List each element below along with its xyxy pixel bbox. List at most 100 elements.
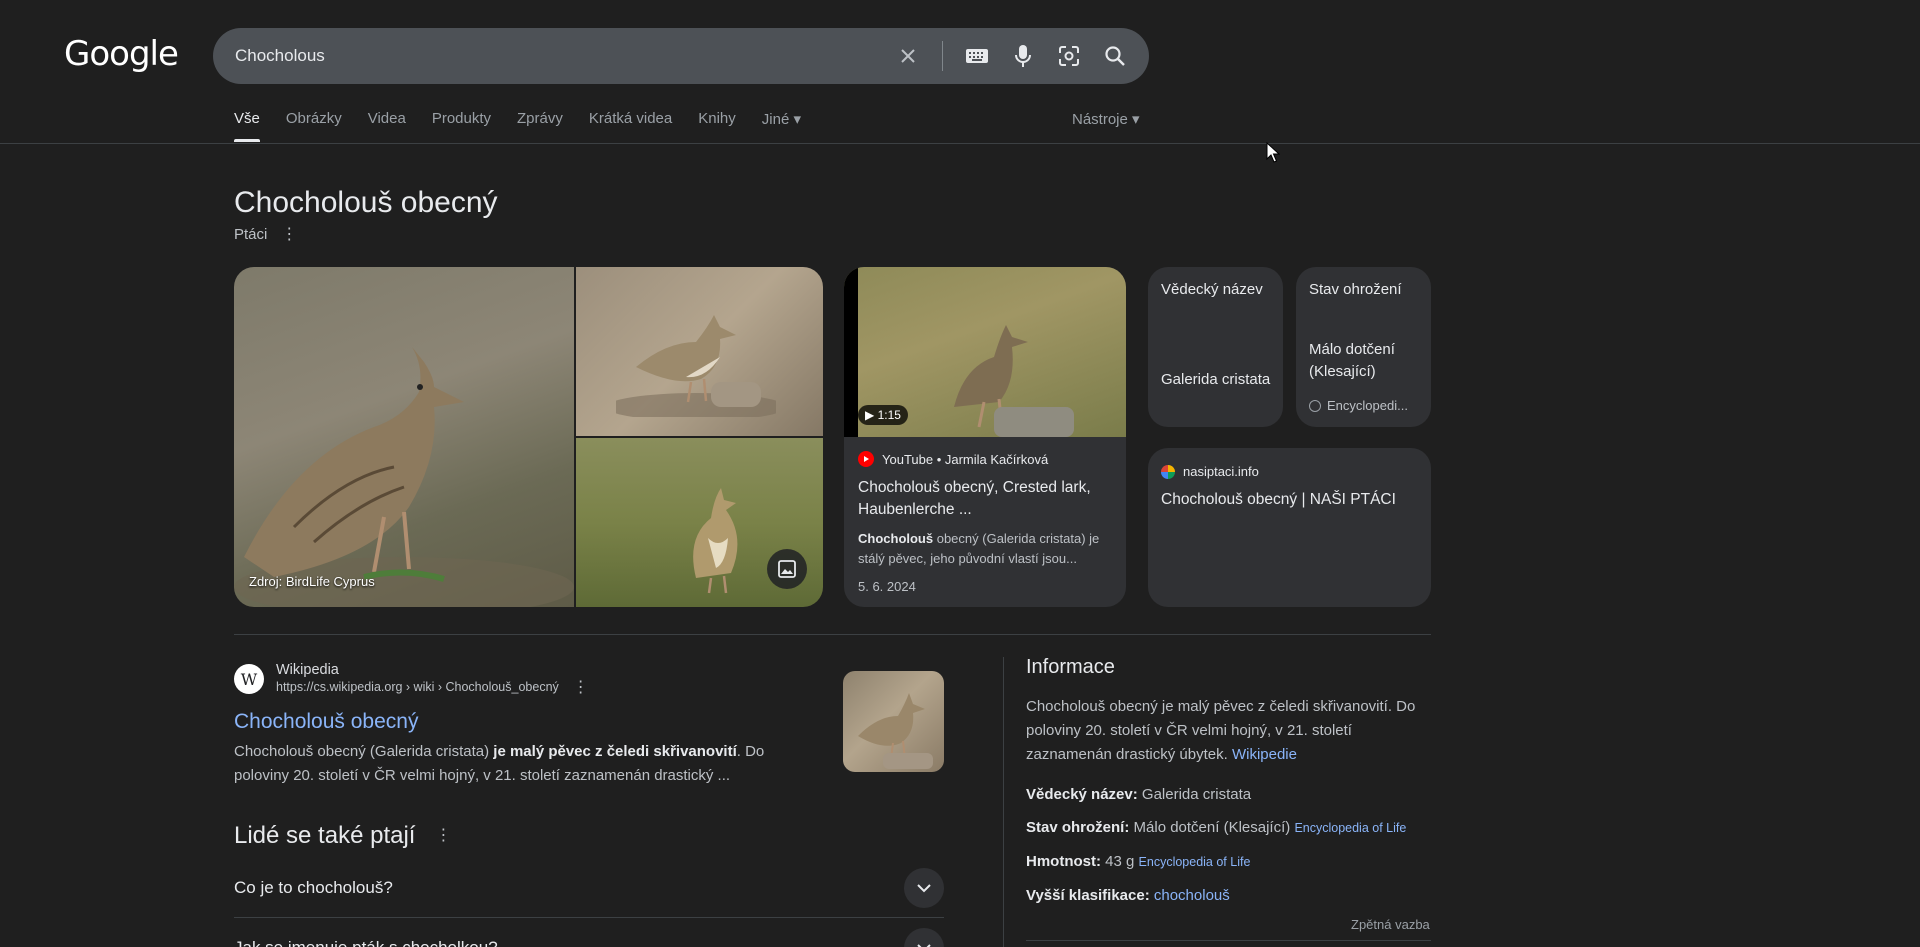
wikipedia-link[interactable]: Wikipedie	[1232, 746, 1297, 763]
entity-subtitle: Ptáci ⋮	[234, 226, 297, 243]
main-bird-image[interactable]: Zdroj: BirdLife Cyprus	[234, 267, 574, 607]
mouse-cursor-icon	[1266, 142, 1280, 163]
more-options-icon[interactable]: ⋮	[281, 226, 297, 243]
image-source: Zdroj: BirdLife Cyprus	[249, 574, 375, 589]
fact-source: Encyclopedi...	[1309, 398, 1408, 413]
video-card[interactable]: ▶ 1:15 YouTube • Jarmila Kačírková Choch…	[844, 267, 1126, 607]
fact-value: Málo dotčení (Klesající)	[1309, 341, 1395, 380]
info-value: Málo dotčení (Klesající)	[1129, 819, 1295, 836]
site-favicon-icon	[1161, 464, 1175, 479]
info-row-classification: Vyšší klasifikace: chocholouš	[1026, 884, 1431, 907]
feedback-link[interactable]: Zpětná vazba	[1351, 917, 1430, 932]
paa-divider	[234, 917, 944, 918]
crested-lark-picture	[234, 347, 574, 607]
info-bottom-divider	[1026, 940, 1431, 941]
fact-source-label: Encyclopedi...	[1327, 398, 1408, 413]
people-also-ask-heading: Lidé se také ptají ⋮	[234, 822, 451, 850]
bird-image-3[interactable]	[576, 438, 823, 607]
section-divider	[234, 634, 1431, 635]
info-label: Vědecký název:	[1026, 786, 1138, 803]
wikipedia-icon: W	[234, 664, 264, 694]
search-tabs: Vše Obrázky Videa Produkty Zprávy Krátká…	[234, 110, 801, 142]
video-description: Chocholouš obecný (Galerida cristata) je…	[858, 529, 1112, 569]
info-label: Stav ohrožení:	[1026, 819, 1130, 836]
lark-thumbnail-picture	[858, 693, 933, 769]
fact-label: Vědecký název	[1161, 281, 1263, 298]
header-divider	[0, 143, 1920, 144]
site-title[interactable]: Chocholouš obecný | NAŠI PTÁCI	[1161, 491, 1418, 509]
fact-value: Galerida cristata	[1161, 371, 1271, 388]
fact-card-scientific-name[interactable]: Vědecký název Galerida cristata	[1148, 267, 1283, 427]
eol-link[interactable]: Encyclopedia of Life	[1139, 855, 1251, 869]
result-url[interactable]: https://cs.wikipedia.org › wiki › Chocho…	[276, 680, 559, 696]
lark-picture-3	[693, 488, 738, 594]
info-desc-text: Chocholouš obecný je malý pěvec z čeledi…	[1026, 698, 1416, 763]
tab-videos[interactable]: Videa	[368, 110, 406, 142]
video-thumbnail[interactable]: ▶ 1:15	[844, 267, 1126, 437]
eol-link[interactable]: Encyclopedia of Life	[1294, 821, 1406, 835]
chevron-down-icon[interactable]	[904, 868, 944, 908]
info-row-mass: Hmotnost: 43 g Encyclopedia of Life	[1026, 850, 1431, 874]
video-title[interactable]: Chocholouš obecný, Crested lark, Haubenl…	[858, 477, 1112, 521]
paa-question-text: Co je to chocholouš?	[234, 878, 393, 897]
chevron-down-icon[interactable]	[904, 928, 944, 947]
info-value: 43 g	[1101, 853, 1139, 870]
tools-button[interactable]: Nástroje ▾	[1072, 110, 1140, 128]
youtube-icon	[858, 451, 874, 467]
result-snippet: Chocholouš obecný (Galerida cristata) je…	[234, 740, 794, 788]
tab-all[interactable]: Vše	[234, 110, 260, 142]
search-input[interactable]	[235, 46, 896, 66]
tab-images[interactable]: Obrázky	[286, 110, 342, 142]
info-row-scientific: Vědecký název: Galerida cristata	[1026, 783, 1431, 806]
keyboard-icon[interactable]	[965, 44, 989, 68]
result-thumbnail[interactable]	[843, 671, 944, 772]
info-panel-divider	[1003, 657, 1004, 947]
classification-link[interactable]: chocholouš	[1154, 887, 1230, 904]
paa-question-text: Jak se jmenuje pták s chocholkou?	[234, 938, 498, 947]
result-title-link[interactable]: Chocholouš obecný	[234, 710, 794, 734]
result-menu-icon[interactable]: ⋮	[573, 680, 589, 696]
site-domain: nasiptaci.info	[1183, 464, 1259, 479]
entity-category: Ptáci	[234, 226, 268, 243]
snippet-part: Chocholouš obecný (Galerida cristata)	[234, 743, 494, 760]
lark-video-picture	[954, 325, 1074, 437]
tab-short-videos[interactable]: Krátká videa	[589, 110, 672, 142]
paa-menu-icon[interactable]: ⋮	[435, 828, 451, 844]
lark-picture-2	[616, 315, 776, 417]
globe-icon	[1309, 399, 1321, 412]
site-card[interactable]: nasiptaci.info Chocholouš obecný | NAŠI …	[1148, 448, 1431, 607]
fact-label: Stav ohrožení	[1309, 281, 1402, 298]
bird-image-2[interactable]	[576, 267, 823, 436]
google-logo[interactable]: Google	[64, 34, 179, 74]
search-result-wikipedia: W Wikipedia https://cs.wikipedia.org › w…	[234, 662, 794, 788]
image-gallery[interactable]: Zdroj: BirdLife Cyprus	[234, 267, 823, 607]
info-description: Chocholouš obecný je malý pěvec z čeledi…	[1026, 695, 1431, 767]
search-icon[interactable]	[1103, 44, 1127, 68]
paa-question[interactable]: Jak se jmenuje pták s chocholkou?	[234, 928, 944, 947]
video-duration: ▶ 1:15	[858, 405, 908, 425]
microphone-icon[interactable]	[1011, 44, 1035, 68]
fact-card-conservation-status[interactable]: Stav ohrožení Málo dotčení (Klesající) E…	[1296, 267, 1431, 427]
camera-lens-icon[interactable]	[1057, 44, 1081, 68]
info-label: Hmotnost:	[1026, 853, 1101, 870]
video-date: 5. 6. 2024	[858, 579, 916, 594]
tab-more[interactable]: Jiné ▾	[762, 110, 801, 142]
video-desc-bold: Chocholouš	[858, 531, 934, 546]
image-icon	[778, 560, 796, 578]
paa-question[interactable]: Co je to chocholouš?	[234, 868, 944, 908]
info-row-status: Stav ohrožení: Málo dotčení (Klesající) …	[1026, 816, 1431, 840]
info-value: Galerida cristata	[1137, 786, 1252, 803]
info-panel: Informace Chocholouš obecný je malý pěve…	[1026, 656, 1431, 907]
entity-title: Chocholouš obecný	[234, 186, 498, 219]
result-source-name[interactable]: Wikipedia	[276, 662, 589, 678]
close-icon[interactable]	[896, 44, 920, 68]
tab-news[interactable]: Zprávy	[517, 110, 563, 142]
paa-title-text: Lidé se také ptají	[234, 822, 416, 849]
search-divider	[942, 41, 943, 71]
tab-books[interactable]: Knihy	[698, 110, 736, 142]
search-bar[interactable]	[213, 28, 1149, 84]
video-channel: YouTube • Jarmila Kačírková	[882, 451, 1049, 467]
tab-products[interactable]: Produkty	[432, 110, 491, 142]
snippet-bold: je malý pěvec z čeledi skřivanovití	[493, 743, 737, 760]
image-search-button[interactable]	[767, 549, 807, 589]
